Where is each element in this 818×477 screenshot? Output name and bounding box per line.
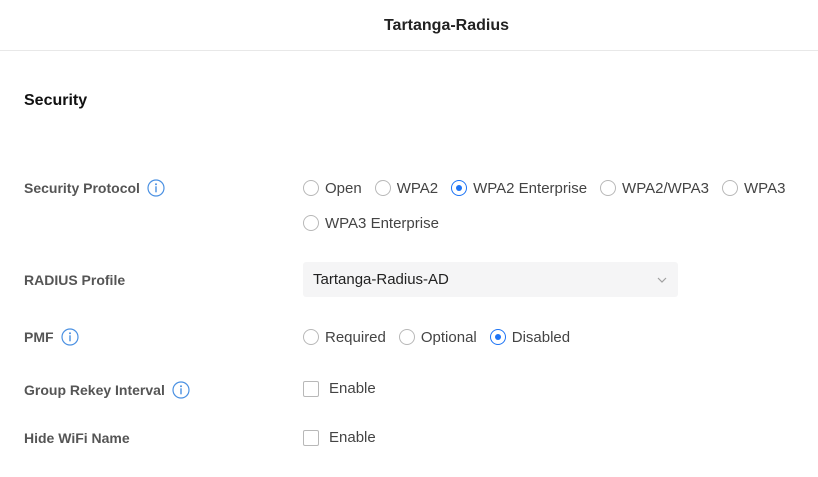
radio-label: Open — [325, 179, 362, 197]
radio-wpa2[interactable]: WPA2 — [374, 178, 439, 198]
radio-disabled[interactable]: Disabled — [489, 327, 571, 347]
radio-label: Required — [325, 328, 386, 346]
radius-profile-label-row: RADIUS Profile — [24, 272, 125, 288]
radio-label: Disabled — [511, 328, 571, 346]
radio-label: WPA3 — [744, 179, 786, 197]
hide-wifi-label: Hide WiFi Name — [24, 430, 130, 446]
hide-wifi-label-row: Hide WiFi Name — [24, 430, 130, 446]
radio-button[interactable] — [374, 180, 391, 196]
group-rekey-label-row: Group Rekey Interval — [24, 381, 190, 399]
radio-button[interactable] — [303, 180, 319, 196]
radio-required[interactable]: Required — [303, 327, 386, 347]
section-title-security: Security — [24, 92, 88, 109]
radio-button-selected[interactable] — [489, 329, 506, 345]
radio-button[interactable] — [600, 180, 617, 196]
radio-open[interactable]: Open — [303, 178, 362, 198]
radio-label: Optional — [420, 328, 477, 346]
radius-profile-value: Tartanga-Radius-AD — [313, 271, 449, 288]
group-rekey-enable-checkbox[interactable]: Enable — [303, 380, 376, 397]
security-protocol-label: Security Protocol — [24, 180, 140, 196]
radio-button-selected[interactable] — [451, 180, 468, 196]
pmf-label: PMF — [24, 329, 54, 345]
pmf-radio-group: Required Optional Disabled — [303, 327, 583, 347]
radio-optional[interactable]: Optional — [398, 327, 477, 347]
info-icon[interactable] — [147, 179, 165, 197]
radio-wpa2-wpa3[interactable]: WPA2/WPA3 — [600, 178, 709, 198]
page-header: Tartanga-Radius — [0, 0, 818, 51]
pmf-label-row: PMF — [24, 328, 79, 346]
checkbox[interactable] — [303, 429, 319, 446]
radius-profile-select[interactable]: Tartanga-Radius-AD — [303, 262, 678, 297]
group-rekey-label: Group Rekey Interval — [24, 382, 165, 398]
radio-button[interactable] — [303, 215, 319, 231]
hide-wifi-enable-checkbox[interactable]: Enable — [303, 429, 376, 446]
info-icon[interactable] — [172, 381, 190, 399]
radius-profile-label: RADIUS Profile — [24, 272, 126, 288]
radio-label: WPA2/WPA3 — [622, 179, 710, 197]
security-protocol-label-row: Security Protocol — [24, 179, 165, 197]
radio-label: WPA3 Enterprise — [325, 214, 439, 232]
radio-button[interactable] — [398, 329, 415, 345]
info-icon[interactable] — [60, 328, 79, 346]
radio-button[interactable] — [303, 329, 319, 345]
checkbox-label: Enable — [329, 429, 376, 446]
radio-wpa3[interactable]: WPA3 — [722, 178, 785, 198]
radio-button[interactable] — [722, 180, 739, 196]
radio-wpa2-enterprise[interactable]: WPA2 Enterprise — [451, 178, 587, 198]
checkbox-label: Enable — [329, 380, 376, 397]
page-title: Tartanga-Radius — [383, 17, 510, 34]
radio-label: WPA2 Enterprise — [473, 179, 588, 197]
chevron-down-icon — [656, 274, 668, 286]
radio-wpa3-enterprise[interactable]: WPA3 Enterprise — [303, 213, 439, 233]
radio-label: WPA2 — [396, 179, 439, 197]
security-protocol-radio-group: Open WPA2 WPA2 Enterprise WPA2/WPA3 WPA3… — [303, 178, 803, 233]
checkbox[interactable] — [303, 380, 319, 397]
